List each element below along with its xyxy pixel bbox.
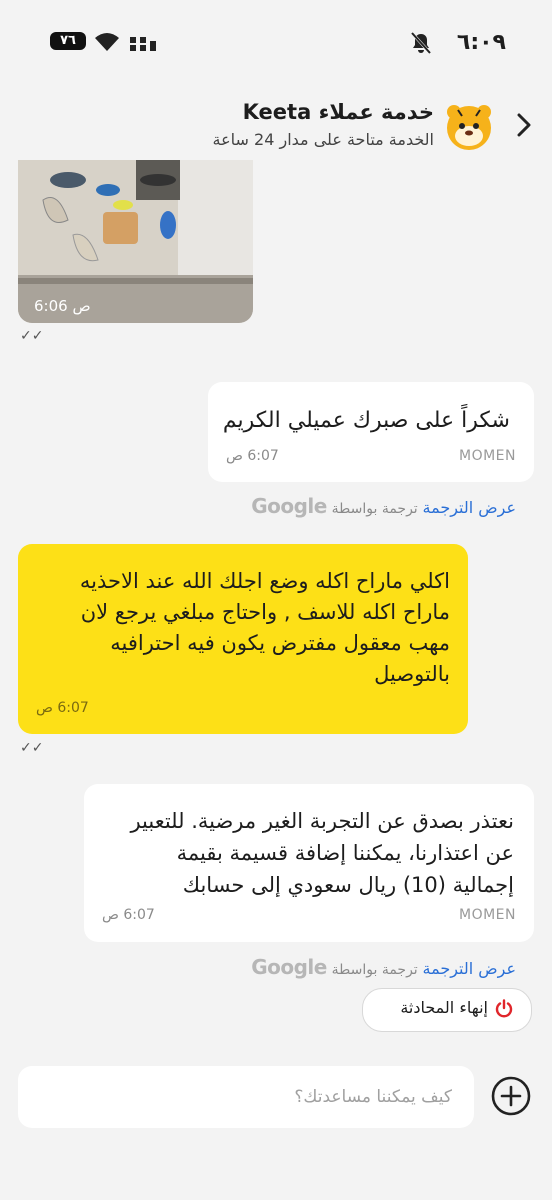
chat-title: خدمة عملاء Keeta	[242, 100, 434, 124]
message-time: 6:07 ص	[36, 700, 89, 716]
translated-by-label: ترجمة بواسطة	[331, 501, 418, 517]
message-time: 6:06 ص	[34, 297, 91, 315]
sender-name: MOMEN	[459, 907, 516, 923]
status-time: ٦:٠٩	[456, 30, 506, 55]
google-logo: Google	[251, 494, 327, 518]
message-time: 6:07 ص	[226, 448, 279, 464]
message-line: اكلي ماراح اكله وضع اجلك الله عند الاحذي…	[79, 569, 450, 593]
translation-row: عرض الترجمة ترجمة بواسطة Google	[251, 955, 516, 979]
signal-icon	[130, 37, 156, 51]
bell-muted-icon	[410, 31, 432, 55]
chat-subtitle: الخدمة متاحة على مدار 24 ساعة	[212, 130, 434, 149]
message-input-placeholder: كيف يمكننا مساعدتك؟	[294, 1087, 452, 1107]
show-translation-link[interactable]: عرض الترجمة	[423, 498, 517, 517]
message-line: نعتذر بصدق عن التجربة الغير مرضية. للتعب…	[130, 809, 514, 833]
message-line: شكراً على صبرك عميلي الكريم	[222, 408, 510, 433]
message-time: 6:07 ص	[102, 907, 155, 923]
tiger-mascot-icon	[447, 105, 491, 150]
message-line: مهب معقول مفترض يكون فيه احترافيه	[110, 631, 450, 655]
read-receipt-icon: ✓✓	[20, 328, 44, 344]
chevron-right-icon[interactable]	[510, 110, 538, 140]
message-line: إجمالية (10) ريال سعودي إلى حسابك	[182, 873, 514, 897]
message-line: بالتوصيل	[374, 662, 450, 686]
read-receipt-icon: ✓✓	[20, 740, 44, 756]
message-line: ماراح اكله للاسف , واحتاج مبلغي يرجع لان	[80, 600, 450, 624]
message-line: عن اعتذارنا، يمكننا إضافة قسيمة بقيمة	[176, 841, 514, 865]
end-chat-label: إنهاء المحادثة	[400, 998, 488, 1017]
plus-circle-icon[interactable]	[490, 1075, 532, 1117]
wifi-icon	[95, 33, 119, 51]
sender-name: MOMEN	[459, 448, 516, 464]
show-translation-link[interactable]: عرض الترجمة	[423, 959, 517, 978]
battery-indicator: ٧٦	[50, 32, 86, 50]
google-logo: Google	[251, 955, 327, 979]
power-icon	[495, 999, 513, 1018]
translation-row: عرض الترجمة ترجمة بواسطة Google	[251, 494, 516, 518]
translated-by-label: ترجمة بواسطة	[331, 962, 418, 978]
